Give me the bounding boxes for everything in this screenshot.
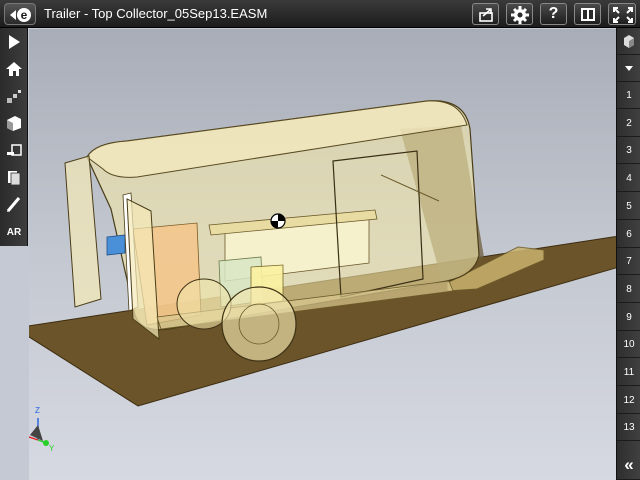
gear-icon [511, 6, 529, 24]
fullscreen-button[interactable] [608, 3, 636, 25]
play-button[interactable] [0, 28, 28, 55]
view-item-label: 10 [623, 339, 635, 351]
share-button[interactable] [472, 3, 499, 25]
view-item-8[interactable]: 8 [617, 276, 640, 303]
share-icon [479, 8, 493, 22]
trailer-model[interactable]: Z X Y [29, 29, 616, 480]
view-item-label: 13 [623, 422, 635, 434]
pen-button[interactable] [0, 190, 28, 217]
left-toolbar: AR [0, 28, 28, 246]
logo-letter: e [21, 8, 28, 22]
front-door-left [64, 155, 102, 308]
pen-icon [6, 197, 21, 212]
home-view-button[interactable] [0, 55, 28, 82]
blue-container [106, 234, 126, 256]
view-item-label: 4 [626, 173, 632, 185]
markup-icon [8, 171, 21, 186]
document-title: Trailer - Top Collector_05Sep13.EASM [44, 6, 268, 21]
views-cube-icon [624, 35, 634, 48]
view-item-label: 2 [626, 117, 632, 129]
collapse-icon: « [624, 455, 634, 474]
wheel-right [221, 286, 297, 362]
view-item-label: 3 [626, 145, 632, 157]
play-icon [9, 35, 20, 49]
collapse-panel-button[interactable]: « [617, 452, 640, 480]
home-icon [6, 62, 22, 76]
measure-button[interactable] [0, 136, 28, 163]
view-item-11[interactable]: 11 [617, 359, 640, 386]
explode-icon [7, 90, 21, 103]
settings-button[interactable] [506, 3, 533, 25]
view-item-7[interactable]: 7 [617, 248, 640, 276]
view-item-5[interactable]: 5 [617, 193, 640, 220]
views-dropdown-button[interactable] [617, 55, 640, 82]
section-icon [7, 116, 21, 131]
view-item-label: 12 [623, 394, 635, 406]
view-item-13[interactable]: 13 [617, 414, 640, 442]
markup-button[interactable] [0, 163, 28, 190]
3d-viewport[interactable]: Z X Y [29, 29, 616, 480]
app-logo-button[interactable]: e [4, 3, 36, 25]
split-view-icon [581, 8, 595, 21]
view-item-2[interactable]: 2 [617, 110, 640, 137]
split-view-button[interactable] [574, 3, 601, 25]
view-item-3[interactable]: 3 [617, 137, 640, 165]
views-cube-button[interactable] [617, 28, 640, 55]
title-bar: e Trailer - Top Collector_05Sep13.EASM ? [0, 0, 640, 28]
back-arrow-icon: e [10, 8, 31, 22]
view-item-label: 6 [626, 228, 632, 240]
triad-z-label: Z [35, 406, 40, 415]
view-list-bar: 1 2 3 4 5 6 7 8 9 10 11 12 13 « [616, 28, 640, 480]
view-item-label: 8 [626, 283, 632, 295]
caret-down-icon [625, 66, 633, 71]
view-item-4[interactable]: 4 [617, 165, 640, 193]
view-item-6[interactable]: 6 [617, 221, 640, 248]
view-item-label: 1 [626, 90, 632, 101]
view-item-1[interactable]: 1 [617, 82, 640, 109]
section-button[interactable] [0, 109, 28, 136]
view-item-9[interactable]: 9 [617, 304, 640, 331]
view-item-10[interactable]: 10 [617, 331, 640, 359]
ar-button[interactable]: AR [0, 219, 28, 246]
view-item-label: 5 [626, 200, 632, 212]
view-item-label: 9 [626, 311, 632, 323]
view-item-12[interactable]: 12 [617, 387, 640, 414]
axis-triad: Z X Y [29, 406, 55, 453]
help-button[interactable]: ? [540, 3, 567, 25]
triad-y-label: Y [49, 444, 55, 453]
help-icon: ? [548, 5, 559, 22]
fullscreen-icon [613, 7, 633, 23]
view-item-label: 11 [623, 367, 635, 378]
explode-button[interactable] [0, 82, 28, 109]
view-item-label: 7 [626, 256, 632, 268]
measure-icon [7, 144, 22, 156]
